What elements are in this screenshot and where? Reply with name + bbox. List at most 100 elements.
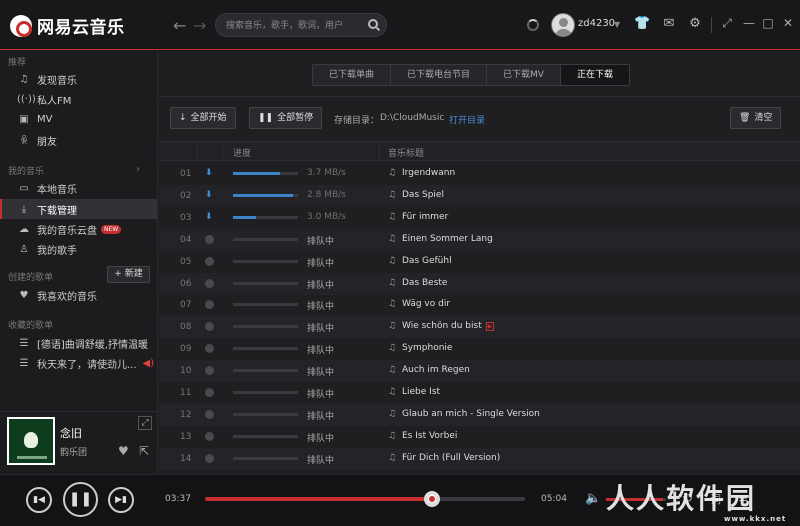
song-title[interactable]: Liebe Ist: [402, 387, 440, 397]
table-row[interactable]: 04 排队中 ♫ Einen Sommer Lang: [159, 228, 800, 251]
new-playlist-button[interactable]: + 新建: [107, 266, 150, 283]
song-title-text: Wäg vo dir: [402, 299, 451, 310]
sidebar-item-discover[interactable]: ♫ 发现音乐: [0, 69, 157, 89]
sidebar-item-download-manager[interactable]: ⤓ 下载管理: [0, 199, 157, 219]
song-title[interactable]: Wie schön du bist ▶: [402, 321, 495, 332]
volume-icon[interactable]: 🔈: [585, 491, 601, 506]
next-button[interactable]: ▶▮: [108, 487, 134, 513]
mv-badge-icon[interactable]: ▶: [485, 322, 495, 332]
song-title[interactable]: Wäg vo dir: [402, 299, 450, 309]
table-row[interactable]: 09 排队中 ♫ Symphonie: [159, 338, 800, 360]
queued-check-icon: [205, 256, 214, 266]
minimize-icon[interactable]: —: [742, 16, 756, 30]
playback-progress-handle[interactable]: [424, 491, 441, 507]
row-number: 08: [180, 322, 192, 333]
table-row[interactable]: 03 ⬇ 3.0 MB/s ♫ Für immer: [159, 207, 800, 229]
sidebar-item-friends[interactable]: ꆜ 朋友: [0, 130, 157, 150]
sidebar-item-local-music[interactable]: ▭ 本地音乐: [0, 178, 157, 198]
song-title[interactable]: Irgendwann: [402, 168, 455, 178]
song-title[interactable]: Für Dich (Full Version): [402, 453, 500, 463]
mail-icon[interactable]: ✉: [661, 16, 677, 32]
now-playing-title[interactable]: 念旧: [60, 425, 82, 441]
download-speed: 3.7 MB/s: [307, 168, 346, 178]
skin-shirt-icon[interactable]: 👕: [634, 16, 650, 32]
sidebar-item-playlist[interactable]: ☰ 秋天来了，请使劲儿... ◀): [0, 353, 157, 373]
chevron-down-icon[interactable]: ▼: [614, 20, 620, 29]
song-title[interactable]: Es Ist Vorbei: [402, 431, 457, 441]
back-arrow-icon[interactable]: ←: [173, 16, 186, 35]
start-all-button[interactable]: ↓ 全部开始: [170, 107, 236, 129]
table-row[interactable]: 08 排队中 ♫ Wie schön du bist ▶: [159, 316, 800, 339]
app-logo[interactable]: 网易云音乐: [10, 13, 125, 38]
maximize-icon[interactable]: □: [761, 16, 775, 30]
sidebar-item-cloud-drive[interactable]: ☁ 我的音乐云盘 NEW: [0, 219, 157, 239]
table-row[interactable]: 12 排队中 ♫ Glaub an mich - Single Version: [159, 403, 800, 426]
top-bar: 网易云音乐 ← → zd4230 ▼ 👕 ✉ ⚙ ⤢ — □ ✕: [0, 0, 800, 50]
queued-check-icon: [205, 388, 214, 397]
music-note-icon: ♫: [19, 73, 29, 85]
tab-downloaded-songs[interactable]: 已下载单曲: [313, 65, 392, 85]
clear-button[interactable]: 🗑 清空: [730, 107, 782, 129]
now-playing-speaker-icon: ◀): [142, 357, 155, 369]
heart-icon[interactable]: ♥: [118, 444, 129, 458]
now-playing-artist[interactable]: 韵乐团: [60, 445, 87, 458]
table-row[interactable]: 07 排队中 ♫ Wäg vo dir: [159, 294, 800, 316]
song-title[interactable]: Auch im Regen: [402, 365, 470, 375]
pause-button[interactable]: ❚❚: [63, 482, 98, 517]
forward-arrow-icon[interactable]: →: [193, 16, 206, 35]
album-cover[interactable]: [7, 417, 55, 465]
song-title[interactable]: Einen Sommer Lang: [402, 234, 493, 244]
table-row[interactable]: 11 排队中 ♫ Liebe Ist: [159, 382, 800, 404]
search-input[interactable]: [226, 18, 366, 33]
row-number: 06: [180, 278, 192, 289]
playback-progress-bar[interactable]: [205, 491, 525, 507]
gear-icon[interactable]: ⚙: [687, 16, 703, 32]
tab-downloading[interactable]: 正在下载: [560, 65, 629, 85]
watermark: 人人软件园 www.kkx.net: [606, 477, 796, 525]
username[interactable]: zd4230: [578, 18, 615, 29]
table-row[interactable]: 06 排队中 ♫ Das Beste: [159, 272, 800, 295]
table-row[interactable]: 13 排队中 ♫ Es Ist Vorbei: [159, 426, 800, 448]
table-row[interactable]: 14 排队中 ♫ Für Dich (Full Version): [159, 447, 800, 470]
table-header: 进度 音乐标题: [159, 141, 800, 161]
song-title[interactable]: Für immer: [402, 212, 448, 222]
queued-check-icon: [205, 344, 214, 354]
sidebar-item-personal-fm[interactable]: ((·)) 私人FM: [0, 89, 157, 109]
song-title[interactable]: Das Spiel: [402, 190, 444, 200]
expand-icon[interactable]: ⤢: [138, 416, 152, 430]
sidebar-item-label: 我喜欢的音乐: [37, 291, 97, 303]
song-title[interactable]: Symphonie: [402, 343, 452, 353]
table-row[interactable]: 01 ⬇ 3.7 MB/s ♫ Irgendwann: [159, 163, 800, 185]
music-note-icon: ♫: [388, 321, 397, 332]
share-icon[interactable]: ⇱: [139, 444, 149, 458]
pause-all-button[interactable]: ❚❚ 全部暂停: [249, 107, 323, 129]
search-box[interactable]: [215, 13, 387, 37]
sidebar-item-mv[interactable]: ▣ MV: [0, 109, 157, 129]
queue-status: 排队中: [307, 455, 335, 466]
mini-mode-icon[interactable]: ⤢: [720, 16, 734, 30]
close-icon[interactable]: ✕: [781, 16, 795, 30]
song-title-text: Das Gefühl: [402, 255, 452, 266]
download-arrow-icon: ⬇: [205, 189, 213, 200]
table-row[interactable]: 02 ⬇ 2.8 MB/s ♫ Das Spiel: [159, 184, 800, 207]
search-icon[interactable]: [368, 19, 378, 29]
song-title-text: Wie schön du bist: [402, 321, 482, 332]
chevron-right-icon[interactable]: ›: [136, 164, 140, 175]
tab-downloaded-mv[interactable]: 已下载MV: [487, 65, 561, 85]
row-number: 09: [180, 344, 192, 355]
sidebar-item-liked-music[interactable]: ♥ 我喜欢的音乐: [0, 285, 157, 305]
song-title-text: Auch im Regen: [402, 365, 470, 376]
song-title[interactable]: Glaub an mich - Single Version: [402, 409, 540, 419]
sidebar-item-my-artists[interactable]: ♙ 我的歌手: [0, 239, 157, 259]
table-row[interactable]: 05 排队中 ♫ Das Gefühl: [159, 251, 800, 273]
download-progress-bar: [233, 347, 298, 351]
previous-button[interactable]: ▮◀: [26, 487, 52, 513]
song-title[interactable]: Das Gefühl: [402, 256, 452, 266]
tab-downloaded-radio[interactable]: 已下载电台节目: [391, 65, 488, 85]
table-row[interactable]: 10 排队中 ♫ Auch im Regen: [159, 360, 800, 383]
music-note-icon: ♫: [388, 233, 397, 244]
open-directory-link[interactable]: 打开目录: [449, 113, 485, 126]
sidebar-item-playlist[interactable]: ☰ [德语]曲调舒缓,抒情温暖: [0, 333, 157, 353]
user-avatar[interactable]: [551, 13, 575, 37]
song-title[interactable]: Das Beste: [402, 278, 447, 288]
